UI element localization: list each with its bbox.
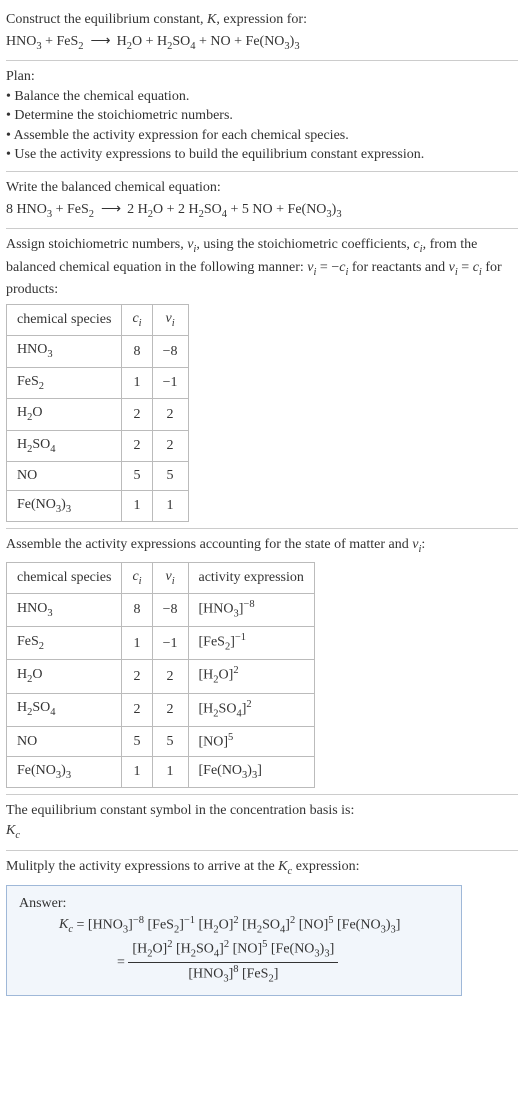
table-header-row: chemical species ci νi [7,304,189,335]
kc-symbol: Kc [6,821,518,843]
kc-section: The equilibrium constant symbol in the c… [6,795,518,850]
col-ci: ci [122,562,152,593]
stoich-section: Assign stoichiometric numbers, νi, using… [6,229,518,529]
plan-item: • Determine the stoichiometric numbers. [6,106,518,126]
plan-section: Plan: • Balance the chemical equation. •… [6,61,518,172]
table-row: Fe(NO3)311 [7,490,189,521]
col-species: chemical species [7,304,122,335]
answer-label: Answer: [19,894,449,914]
intro-equation: HNO3 + FeS2 ⟶ H2O + H2SO4 + NO + Fe(NO3)… [6,32,518,54]
col-vi: νi [152,304,188,335]
table-row: H2O22 [7,399,189,430]
plan-item: • Use the activity expressions to build … [6,145,518,165]
table-row: NO55 [7,462,189,491]
answer-eq2: = [H2O]2 [H2SO4]2 [NO]5 [Fe(NO3)3] [HNO3… [77,938,449,987]
table-row: HNO38−8 [7,336,189,367]
col-activity: activity expression [188,562,314,593]
stoich-intro: Assign stoichiometric numbers, νi, using… [6,235,518,300]
intro-line1: Construct the equilibrium constant, K, e… [6,10,518,30]
table-header-row: chemical species ci νi activity expressi… [7,562,315,593]
table-row: H2O22[H2O]2 [7,660,315,693]
plan-item: • Assemble the activity expression for e… [6,126,518,146]
table-row: FeS21−1 [7,367,189,398]
kc-intro: The equilibrium constant symbol in the c… [6,801,518,821]
table-row: NO55[NO]5 [7,726,315,756]
table-row: H2SO422[H2SO4]2 [7,693,315,726]
stoich-table: chemical species ci νi HNO38−8 FeS21−1 H… [6,304,189,523]
activity-section: Assemble the activity expressions accoun… [6,529,518,795]
col-ci: ci [122,304,152,335]
activity-table: chemical species ci νi activity expressi… [6,562,315,789]
final-section: Mulitply the activity expressions to arr… [6,851,518,1003]
col-vi: νi [152,562,188,593]
intro-section: Construct the equilibrium constant, K, e… [6,4,518,61]
answer-box: Answer: Kc = [HNO3]−8 [FeS2]−1 [H2O]2 [H… [6,885,462,996]
answer-eq1: Kc = [HNO3]−8 [FeS2]−1 [H2O]2 [H2SO4]2 [… [19,914,449,938]
plan-title: Plan: [6,67,518,87]
balanced-section: Write the balanced chemical equation: 8 … [6,172,518,229]
table-row: H2SO422 [7,430,189,461]
activity-intro: Assemble the activity expressions accoun… [6,535,518,557]
col-species: chemical species [7,562,122,593]
balanced-title: Write the balanced chemical equation: [6,178,518,198]
table-row: Fe(NO3)311[Fe(NO3)3] [7,756,315,787]
plan-item: • Balance the chemical equation. [6,87,518,107]
balanced-equation: 8 HNO3 + FeS2 ⟶ 2 H2O + 2 H2SO4 + 5 NO +… [6,200,518,222]
table-row: HNO38−8[HNO3]−8 [7,594,315,627]
table-row: FeS21−1[FeS2]−1 [7,627,315,660]
multiply-intro: Mulitply the activity expressions to arr… [6,857,518,879]
